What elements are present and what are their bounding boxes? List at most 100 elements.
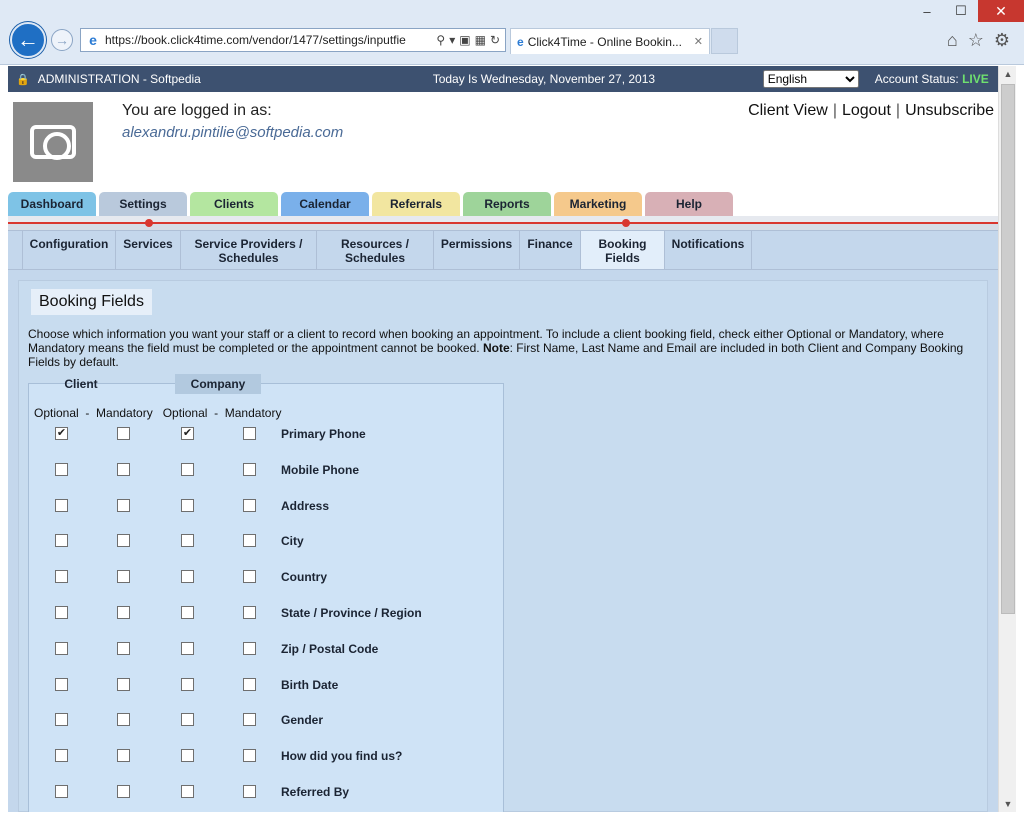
company-optional-checkbox[interactable]: [181, 498, 194, 512]
maximize-button[interactable]: ☐: [944, 0, 978, 22]
subtab-service-providers[interactable]: Service Providers / Schedules: [181, 231, 317, 269]
scroll-down-icon[interactable]: ▼: [999, 796, 1017, 812]
subtab-permissions[interactable]: Permissions: [434, 231, 520, 269]
company-optional-checkbox[interactable]: [181, 570, 194, 584]
subtab-label-line1: Service Providers /: [194, 237, 303, 251]
star-icon[interactable]: ☆: [968, 30, 984, 51]
client-optional-checkbox[interactable]: [55, 462, 68, 476]
subtab-notifications[interactable]: Notifications: [665, 231, 752, 269]
tab-marketing[interactable]: Marketing: [554, 192, 642, 216]
subtab-finance[interactable]: Finance: [520, 231, 581, 269]
compatibility-icon[interactable]: ▦: [475, 33, 486, 47]
client-optional-checkbox[interactable]: [55, 749, 68, 763]
client-optional-checkbox[interactable]: [55, 785, 68, 798]
back-button[interactable]: ←: [10, 22, 46, 58]
client-optional-checkbox[interactable]: ✔: [55, 427, 68, 440]
browser-tab[interactable]: e Click4Time - Online Bookin... ✕: [510, 28, 710, 54]
refresh-icon[interactable]: ↻: [490, 33, 500, 47]
ie-icon: e: [89, 32, 97, 48]
dropdown-icon[interactable]: ▾: [449, 33, 455, 47]
client-mandatory-checkbox[interactable]: [117, 570, 130, 584]
client-optional-checkbox[interactable]: [55, 606, 68, 619]
company-mandatory-checkbox[interactable]: [243, 498, 256, 512]
company-optional-checkbox[interactable]: [181, 749, 194, 763]
subtab-resources[interactable]: Resources / Schedules: [317, 231, 434, 269]
company-optional-checkbox[interactable]: [181, 677, 194, 691]
company-optional-checkbox[interactable]: [181, 641, 194, 655]
client-optional-checkbox[interactable]: [55, 641, 68, 655]
address-url[interactable]: https://book.click4time.com/vendor/1477/…: [105, 33, 436, 47]
client-mandatory-checkbox[interactable]: [117, 606, 130, 619]
client-optional-checkbox[interactable]: [55, 534, 68, 548]
user-header: You are logged in as: alexandru.pintilie…: [8, 92, 998, 192]
company-optional-checkbox[interactable]: [181, 534, 194, 548]
minimize-button[interactable]: –: [910, 0, 944, 22]
tab-clients[interactable]: Clients: [190, 192, 278, 216]
forward-button[interactable]: →: [51, 29, 73, 51]
company-mandatory-checkbox[interactable]: [243, 749, 256, 763]
company-optional-checkbox[interactable]: [181, 462, 194, 476]
company-mandatory-checkbox[interactable]: [243, 785, 256, 798]
client-mandatory-checkbox[interactable]: [117, 785, 130, 798]
new-tab-button[interactable]: [711, 28, 738, 54]
company-mandatory-checkbox[interactable]: [243, 713, 256, 727]
client-optional-checkbox[interactable]: [55, 570, 68, 584]
client-optional-checkbox[interactable]: [55, 498, 68, 512]
language-select[interactable]: English: [762, 70, 859, 88]
client-mandatory-checkbox[interactable]: [117, 498, 130, 512]
company-mandatory-checkbox[interactable]: [243, 570, 256, 584]
company-optional-checkbox[interactable]: [181, 713, 194, 727]
search-icon[interactable]: ⚲: [436, 33, 445, 47]
vertical-scrollbar[interactable]: ▲ ▼: [998, 66, 1016, 812]
logout-link[interactable]: Logout: [842, 102, 891, 120]
tab-reports[interactable]: Reports: [463, 192, 551, 216]
gear-icon[interactable]: ⚙: [994, 30, 1010, 51]
client-mandatory-checkbox[interactable]: [117, 534, 130, 548]
client-view-link[interactable]: Client View: [748, 102, 828, 120]
tab-calendar[interactable]: Calendar: [281, 192, 369, 216]
subtab-configuration[interactable]: Configuration: [22, 231, 116, 269]
page-title: Booking Fields: [31, 289, 152, 315]
tab-settings[interactable]: Settings: [99, 192, 187, 216]
client-mandatory-checkbox[interactable]: [117, 462, 130, 476]
company-optional-checkbox[interactable]: ✔: [181, 427, 194, 440]
client-mandatory-checkbox[interactable]: [117, 677, 130, 691]
home-icon[interactable]: ⌂: [947, 30, 958, 51]
user-links: Client View | Logout | Unsubscribe: [748, 102, 994, 120]
client-mandatory-checkbox[interactable]: [117, 641, 130, 655]
tab-dashboard[interactable]: Dashboard: [8, 192, 96, 216]
subtab-label-line2: Schedules: [344, 251, 406, 265]
admin-topbar: 🔒 ADMINISTRATION - Softpedia Today Is We…: [8, 66, 998, 92]
company-mandatory-checkbox[interactable]: [243, 462, 256, 476]
unsubscribe-link[interactable]: Unsubscribe: [905, 102, 994, 120]
company-mandatory-checkbox[interactable]: [243, 606, 256, 619]
tab-help[interactable]: Help: [645, 192, 733, 216]
client-mandatory-checkbox[interactable]: [117, 713, 130, 727]
company-mandatory-checkbox[interactable]: [243, 534, 256, 548]
scroll-up-icon[interactable]: ▲: [999, 66, 1017, 82]
client-mandatory-checkbox[interactable]: [117, 427, 130, 440]
fields-box: Client Company Optional - Mandatory Opti…: [28, 374, 504, 812]
client-optional-checkbox[interactable]: [55, 713, 68, 727]
subtab-label-line1: Services: [123, 237, 173, 251]
scroll-thumb[interactable]: [1001, 84, 1015, 614]
close-window-button[interactable]: ✕: [978, 0, 1024, 22]
company-optional-checkbox[interactable]: [181, 785, 194, 798]
subtab-booking[interactable]: Booking Fields: [581, 231, 665, 269]
client-mandatory-checkbox[interactable]: [117, 749, 130, 763]
company-mandatory-checkbox[interactable]: [243, 427, 256, 440]
field-label: City: [281, 534, 304, 549]
subtab-label-line2: Schedules: [218, 251, 279, 265]
account-status-label: Account Status:: [874, 72, 959, 86]
company-mandatory-checkbox[interactable]: [243, 677, 256, 691]
tab-close-button[interactable]: ✕: [694, 35, 703, 48]
account-status-value: LIVE: [962, 72, 989, 86]
company-mandatory-checkbox[interactable]: [243, 641, 256, 655]
lock-icon[interactable]: ▣: [459, 33, 470, 47]
address-bar[interactable]: e https://book.click4time.com/vendor/147…: [80, 28, 506, 52]
subtab-services[interactable]: Services: [116, 231, 181, 269]
client-optional-checkbox[interactable]: [55, 677, 68, 691]
company-optional-checkbox[interactable]: [181, 606, 194, 619]
tab-referrals[interactable]: Referrals: [372, 192, 460, 216]
browser-chrome: – ☐ ✕ ← → e https://book.click4time.com/…: [0, 0, 1024, 65]
